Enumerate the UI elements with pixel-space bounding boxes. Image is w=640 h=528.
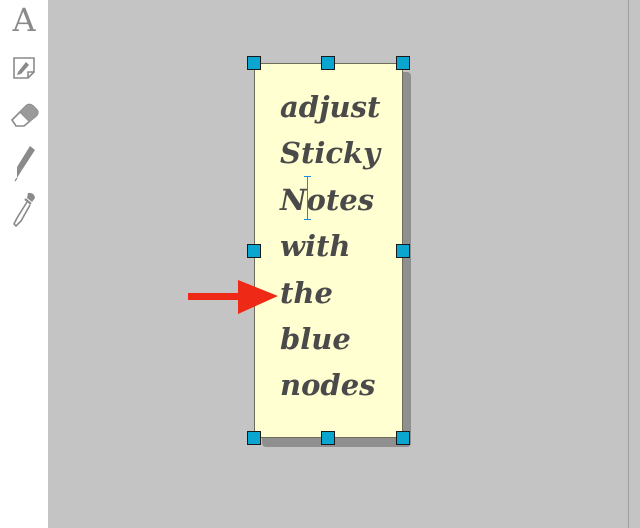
text-tool-button[interactable]: A bbox=[4, 0, 44, 40]
resize-handle-bottom[interactable] bbox=[321, 431, 335, 445]
note-line: the bbox=[280, 275, 333, 310]
resize-handle-bottom-right[interactable] bbox=[396, 431, 410, 445]
text-cursor bbox=[304, 176, 311, 220]
note-line: with bbox=[280, 229, 351, 264]
pen-icon bbox=[14, 146, 35, 182]
sticky-note[interactable]: adjust Sticky Notes with the blue nodes bbox=[254, 63, 403, 438]
note-line: nodes bbox=[280, 368, 376, 403]
resize-handle-bottom-left[interactable] bbox=[247, 431, 261, 445]
note-line: adjust bbox=[280, 90, 381, 124]
resize-handle-right[interactable] bbox=[396, 244, 410, 258]
note-line: Sticky bbox=[280, 136, 380, 171]
resize-handle-top-right[interactable] bbox=[396, 56, 410, 70]
eyedropper-icon bbox=[13, 192, 35, 228]
sticky-note-text[interactable]: adjust Sticky Notes with the blue nodes bbox=[280, 84, 400, 409]
resize-handle-top-left[interactable] bbox=[247, 56, 261, 70]
text-a-icon: A bbox=[12, 1, 36, 39]
note-line: blue bbox=[280, 322, 351, 357]
red-arrow-annotation bbox=[188, 280, 278, 314]
sticky-note-tool-button[interactable] bbox=[4, 48, 44, 88]
note-line: Notes bbox=[280, 182, 375, 217]
canvas-border bbox=[628, 0, 640, 528]
app-window: A adjust Sticky Notes with the blue node… bbox=[0, 0, 640, 528]
eraser-tool-button[interactable] bbox=[4, 94, 44, 134]
tool-palette: A bbox=[0, 0, 48, 528]
pen-tool-button[interactable] bbox=[4, 142, 44, 182]
sticky-note-icon bbox=[13, 57, 35, 79]
eraser-icon bbox=[10, 103, 39, 127]
resize-handle-left[interactable] bbox=[247, 244, 261, 258]
eyedropper-tool-button[interactable] bbox=[4, 190, 44, 230]
resize-handle-top[interactable] bbox=[321, 56, 335, 70]
